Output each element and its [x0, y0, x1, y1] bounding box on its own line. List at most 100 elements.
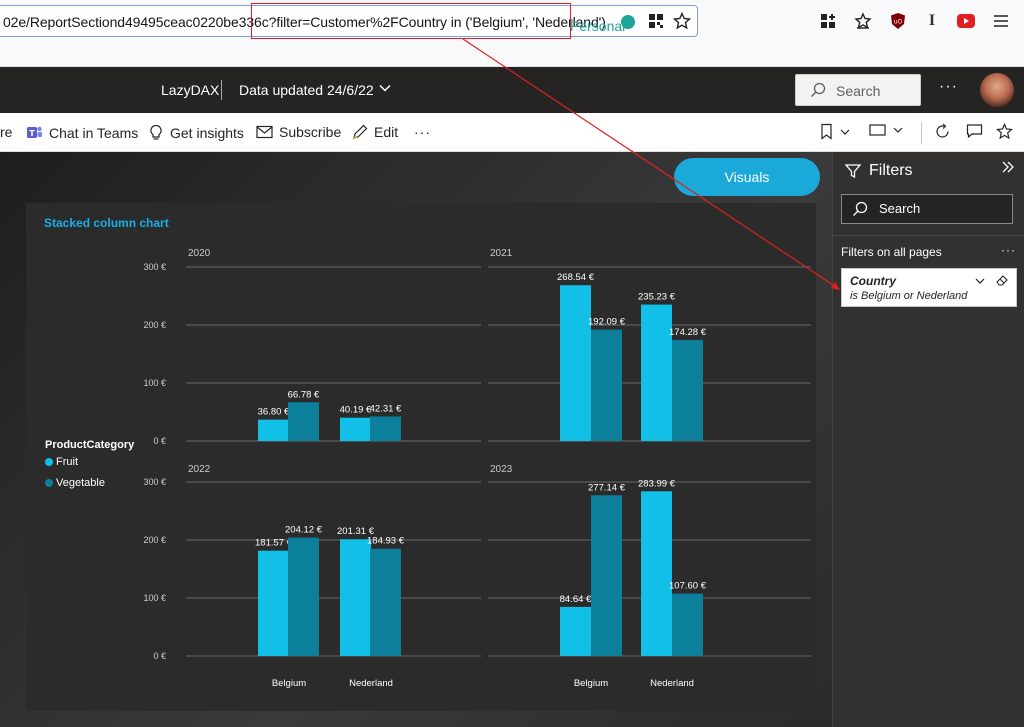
bookmark-star-icon[interactable]: [671, 10, 693, 32]
bar-vegetable-nederland: [370, 416, 401, 441]
y-tick-label: 100 €: [143, 593, 166, 603]
filters-header: Filters: [845, 162, 913, 180]
data-label: 66.78 €: [288, 389, 320, 400]
refresh-button[interactable]: [934, 123, 951, 140]
container-label[interactable]: Personal: [570, 18, 625, 34]
y-tick-label: 100 €: [143, 378, 166, 388]
lightbulb-icon: [150, 124, 162, 140]
data-label: 204.12 €: [285, 525, 323, 536]
legend-item-fruit[interactable]: Fruit: [45, 456, 78, 468]
view-menu-button[interactable]: [869, 123, 904, 137]
panel-year-label: 2021: [490, 248, 513, 259]
panel-year-label: 2023: [490, 464, 513, 475]
comment-icon: [966, 124, 983, 139]
url-prefix: 02e/ReportSectiond49495ceac0220be336c?: [3, 14, 277, 30]
visuals-button[interactable]: Visuals: [674, 158, 820, 196]
category-label: Nederland: [349, 678, 393, 689]
data-label: 107.60 €: [669, 581, 707, 592]
search-icon: [810, 82, 826, 103]
share-label: re: [0, 124, 13, 140]
category-label: Belgium: [272, 678, 306, 689]
bar-vegetable-nederland: [672, 593, 703, 656]
legend-item-vegetable[interactable]: Vegetable: [45, 477, 105, 489]
country-filter-card[interactable]: Country is Belgium or Nederland: [841, 268, 1017, 307]
category-label: Nederland: [650, 678, 694, 689]
url-filter-highlight: [251, 3, 571, 39]
chevron-down-icon[interactable]: [378, 81, 392, 100]
edit-label: Edit: [374, 124, 399, 140]
bar-fruit-nederland: [340, 539, 371, 656]
more-actions-button[interactable]: ···: [414, 124, 431, 140]
favorite-button[interactable]: [996, 123, 1013, 140]
legend-title: ProductCategory: [45, 439, 135, 451]
menu-icon[interactable]: [990, 10, 1012, 32]
data-label: 84.64 €: [560, 594, 592, 605]
bar-vegetable-belgium: [288, 402, 319, 441]
extensions-icon[interactable]: [817, 10, 839, 32]
chevron-down-icon: [840, 129, 850, 135]
bar-fruit-nederland: [340, 417, 371, 441]
avatar[interactable]: [980, 73, 1014, 107]
ibeam-icon[interactable]: I: [921, 10, 943, 32]
filters-title: Filters: [869, 162, 913, 179]
svg-text:T: T: [29, 129, 35, 138]
data-label: 181.57 €: [255, 538, 293, 549]
chevron-down-icon[interactable]: [974, 274, 986, 292]
workspace-title[interactable]: LazyDAX: [161, 82, 219, 98]
bar-fruit-nederland: [641, 491, 672, 656]
chart-title: Stacked column chart: [44, 216, 169, 230]
data-label: 192.09 €: [588, 317, 626, 328]
favorites-icon[interactable]: [852, 10, 874, 32]
filters-search-label: Search: [879, 201, 921, 216]
stacked-column-chart-visual[interactable]: 2020 0 € 100 € 200 € 300 € 36.80 € 66.78 € 40.1…: [26, 203, 816, 711]
share-button[interactable]: re: [0, 124, 12, 140]
eraser-icon[interactable]: [995, 273, 1009, 292]
collapse-pane-icon[interactable]: [1001, 160, 1015, 179]
action-bar: re T Chat in Teams Get insights Subscrib…: [0, 113, 1024, 152]
get-insights-label: Get insights: [170, 124, 244, 141]
panel-year-label: 2022: [188, 464, 211, 475]
container-apple-icon: [621, 15, 635, 29]
global-search-label: Search: [836, 83, 881, 99]
filter-card-description: is Belgium or Nederland: [850, 290, 968, 302]
get-insights-button[interactable]: Get insights: [148, 124, 244, 141]
legend-label-vegetable: Vegetable: [56, 477, 105, 489]
filters-search-input[interactable]: Search: [841, 194, 1013, 224]
subscribe-label: Subscribe: [279, 124, 342, 140]
panel-year-label: 2020: [188, 248, 211, 259]
chat-in-teams-label: Chat in Teams: [49, 124, 139, 141]
legend-dot-vegetable: [45, 479, 53, 487]
teams-icon: T: [27, 126, 42, 138]
ublock-icon[interactable]: uO: [887, 10, 909, 32]
filters-more-button[interactable]: ···: [1001, 243, 1016, 257]
bar-fruit-belgium: [560, 606, 591, 656]
browser-toolbar: 02e/ReportSectiond49495ceac0220be336c?fi…: [0, 0, 1024, 67]
y-tick-label: 300 €: [143, 262, 166, 272]
legend-label-fruit: Fruit: [56, 456, 78, 468]
svg-text:uO: uO: [894, 19, 903, 26]
bar-fruit-belgium: [560, 285, 591, 441]
filters-divider: [833, 235, 1024, 236]
bookmark-menu-button[interactable]: [820, 123, 851, 140]
youtube-icon[interactable]: [955, 10, 977, 32]
subscribe-button[interactable]: Subscribe: [256, 124, 341, 140]
data-updated-label[interactable]: Data updated 24/6/22: [239, 82, 374, 98]
bar-vegetable-belgium: [591, 329, 622, 441]
global-search-box[interactable]: Search: [795, 74, 921, 106]
report-header: LazyDAX Data updated 24/6/22 Search ···: [0, 67, 1024, 113]
data-label: 184.93 €: [367, 536, 405, 547]
bar-fruit-belgium: [258, 550, 289, 656]
comment-button[interactable]: [966, 123, 983, 139]
bookmark-icon: [821, 123, 832, 140]
chat-in-teams-button[interactable]: T Chat in Teams: [26, 124, 138, 141]
header-more-button[interactable]: ···: [939, 78, 958, 96]
page-grid-icon[interactable]: [645, 10, 667, 32]
search-icon: [852, 201, 868, 220]
chart-svg: 2020 0 € 100 € 200 € 300 € 36.80 € 66.78 € 40.1…: [143, 248, 811, 689]
data-label: 277.14 €: [588, 482, 626, 493]
data-label: 268.54 €: [557, 272, 595, 283]
y-tick-label: 0 €: [153, 436, 166, 446]
category-label: Belgium: [574, 678, 608, 689]
edit-button[interactable]: Edit: [352, 124, 398, 140]
y-tick-label: 200 €: [143, 535, 166, 545]
